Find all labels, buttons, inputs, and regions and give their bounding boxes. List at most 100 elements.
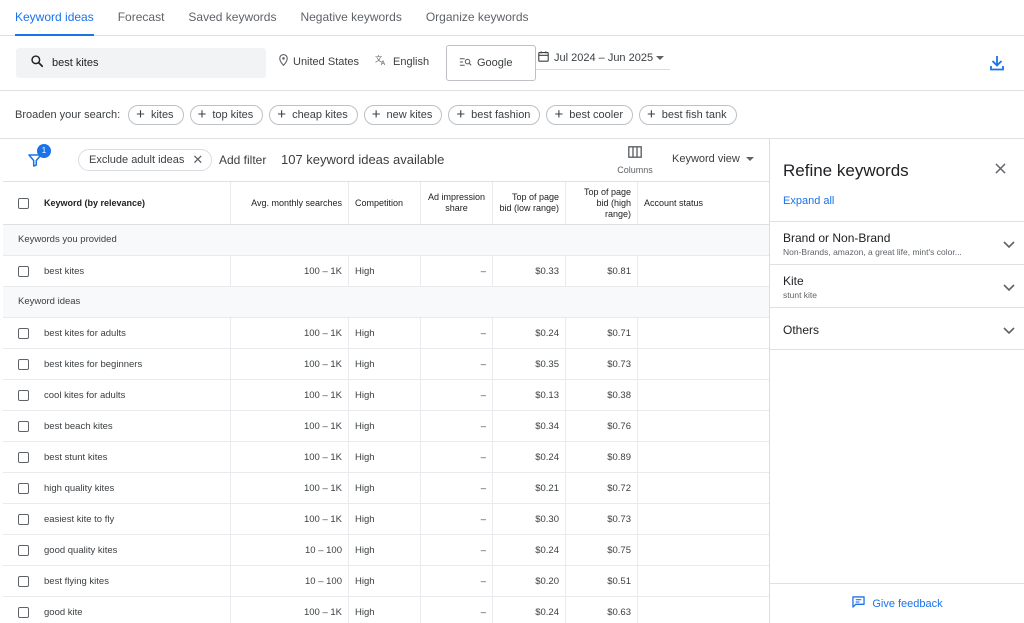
- chevron-down-icon: [1003, 279, 1015, 297]
- cell-account-status: [638, 597, 770, 623]
- tab-bar: Keyword ideas Forecast Saved keywords Ne…: [0, 0, 1024, 36]
- refine-group-brand[interactable]: Brand or Non-Brand Non-Brands, amazon, a…: [770, 221, 1024, 264]
- header-competition[interactable]: Competition: [349, 182, 421, 224]
- cell-avg-searches: 10 – 100: [231, 535, 349, 565]
- expand-all-link[interactable]: Expand all: [783, 195, 834, 207]
- tab-keyword-ideas[interactable]: Keyword ideas: [15, 0, 94, 36]
- row-checkbox[interactable]: [18, 265, 29, 277]
- give-feedback-button[interactable]: Give feedback: [770, 583, 1024, 623]
- chevron-down-icon: [1003, 236, 1015, 254]
- chip-label: best fish tank: [661, 108, 727, 121]
- refine-group-others[interactable]: Others: [770, 307, 1024, 350]
- cell-account-status: [638, 473, 770, 503]
- refine-group-kite[interactable]: Kite stunt kite: [770, 264, 1024, 307]
- cell-bid-high: $0.89: [566, 442, 638, 472]
- cell-impression-share: –: [421, 566, 493, 596]
- select-all-checkbox[interactable]: [18, 197, 29, 209]
- header-bid-high[interactable]: Top of page bid (high range): [566, 182, 638, 224]
- header-ad-impression-share[interactable]: Ad impression share: [421, 182, 493, 224]
- cell-bid-low: $0.34: [493, 411, 566, 441]
- cell-bid-high: $0.81: [566, 256, 638, 286]
- row-checkbox[interactable]: [18, 482, 29, 494]
- language-selector[interactable]: 文A English: [375, 54, 429, 69]
- header-account-status[interactable]: Account status: [638, 182, 770, 224]
- row-checkbox[interactable]: [18, 544, 29, 556]
- row-checkbox[interactable]: [18, 451, 29, 463]
- cell-competition: High: [349, 256, 421, 286]
- keyword-count: 107 keyword ideas available: [281, 152, 445, 167]
- cell-bid-high: $0.63: [566, 597, 638, 623]
- network-search-icon: [459, 57, 477, 70]
- chip-label: new kites: [386, 108, 433, 121]
- close-icon[interactable]: [995, 161, 1006, 179]
- section-ideas: Keyword ideas: [3, 287, 770, 318]
- cell-competition: High: [349, 535, 421, 565]
- chip-label: kites: [150, 108, 174, 121]
- tab-forecast[interactable]: Forecast: [118, 0, 165, 36]
- cell-bid-high: $0.38: [566, 380, 638, 410]
- tab-organize-keywords[interactable]: Organize keywords: [426, 0, 529, 36]
- search-box[interactable]: [16, 48, 266, 78]
- table-row[interactable]: good kite 100 – 1K High – $0.24 $0.63: [3, 597, 770, 623]
- cell-bid-high: $0.73: [566, 504, 638, 534]
- close-icon[interactable]: ✕: [192, 152, 203, 168]
- group-title: Kite: [783, 274, 804, 288]
- header-bid-low[interactable]: Top of page bid (low range): [493, 182, 566, 224]
- keyword-text: best kites for adults: [44, 327, 126, 339]
- broaden-chip[interactable]: + cheap kites: [269, 104, 358, 125]
- broaden-chip[interactable]: + best cooler: [546, 104, 634, 125]
- search-input[interactable]: [52, 57, 232, 69]
- add-filter-button[interactable]: Add filter: [219, 153, 266, 167]
- row-checkbox[interactable]: [18, 575, 29, 587]
- cell-impression-share: –: [421, 535, 493, 565]
- table-row[interactable]: high quality kites 100 – 1K High – $0.21 $0.7…: [3, 473, 770, 504]
- cell-avg-searches: 100 – 1K: [231, 442, 349, 472]
- row-checkbox[interactable]: [18, 513, 29, 525]
- exclude-adult-chip[interactable]: Exclude adult ideas ✕: [78, 149, 213, 171]
- table-row[interactable]: best kites for beginners 100 – 1K High – $0.…: [3, 349, 770, 380]
- broaden-chip[interactable]: + new kites: [363, 104, 443, 125]
- table-row[interactable]: best flying kites 10 – 100 High – $0.20 $0.51: [3, 566, 770, 597]
- location-selector[interactable]: United States: [279, 54, 359, 69]
- table-row[interactable]: cool kites for adults 100 – 1K High – $0.13 $…: [3, 380, 770, 411]
- table-row[interactable]: best kites 100 – 1K High – $0.33 $0.81: [3, 256, 770, 287]
- table-toolbar: 1 Exclude adult ideas ✕ Add filter 107 k…: [0, 139, 770, 181]
- table-row[interactable]: best beach kites 100 – 1K High – $0.34 $0.76: [3, 411, 770, 442]
- chip-label: best fashion: [471, 108, 531, 121]
- cell-bid-low: $0.24: [493, 442, 566, 472]
- row-checkbox[interactable]: [18, 358, 29, 370]
- cell-bid-high: $0.71: [566, 318, 638, 348]
- broaden-chip[interactable]: + best fashion: [448, 104, 541, 125]
- tab-negative-keywords[interactable]: Negative keywords: [300, 0, 401, 36]
- keyword-view-dropdown[interactable]: Keyword view: [672, 153, 754, 165]
- search-network-selector[interactable]: Google: [446, 45, 536, 81]
- cell-avg-searches: 100 – 1K: [231, 473, 349, 503]
- location-pin-icon: [279, 54, 293, 69]
- table-row[interactable]: good quality kites 10 – 100 High – $0.24 $0.7…: [3, 535, 770, 566]
- broaden-chip[interactable]: + best fish tank: [639, 104, 737, 125]
- cell-impression-share: –: [421, 411, 493, 441]
- row-checkbox[interactable]: [18, 606, 29, 618]
- plus-icon: +: [647, 106, 656, 123]
- filter-button[interactable]: 1: [28, 144, 51, 172]
- cell-competition: High: [349, 566, 421, 596]
- broaden-chip[interactable]: + kites: [128, 104, 184, 125]
- table-row[interactable]: best stunt kites 100 – 1K High – $0.24 $0.89: [3, 442, 770, 473]
- columns-button[interactable]: Columns: [615, 145, 655, 175]
- table-row[interactable]: easiest kite to fly 100 – 1K High – $0.30 $0.…: [3, 504, 770, 535]
- header-avg-searches[interactable]: Avg. monthly searches: [231, 182, 349, 224]
- row-checkbox[interactable]: [18, 389, 29, 401]
- broaden-chip[interactable]: + top kites: [189, 104, 264, 125]
- cell-account-status: [638, 566, 770, 596]
- cell-bid-high: $0.72: [566, 473, 638, 503]
- row-checkbox[interactable]: [18, 327, 29, 339]
- translate-icon: 文A: [375, 54, 393, 69]
- date-range-selector[interactable]: Jul 2024 – Jun 2025: [536, 46, 670, 70]
- download-icon[interactable]: [990, 55, 1004, 76]
- row-checkbox[interactable]: [18, 420, 29, 432]
- cell-bid-low: $0.24: [493, 318, 566, 348]
- cell-keyword: cool kites for adults: [3, 380, 231, 410]
- tab-saved-keywords[interactable]: Saved keywords: [188, 0, 276, 36]
- header-keyword[interactable]: Keyword (by relevance): [3, 182, 231, 224]
- table-row[interactable]: best kites for adults 100 – 1K High – $0.24 $…: [3, 318, 770, 349]
